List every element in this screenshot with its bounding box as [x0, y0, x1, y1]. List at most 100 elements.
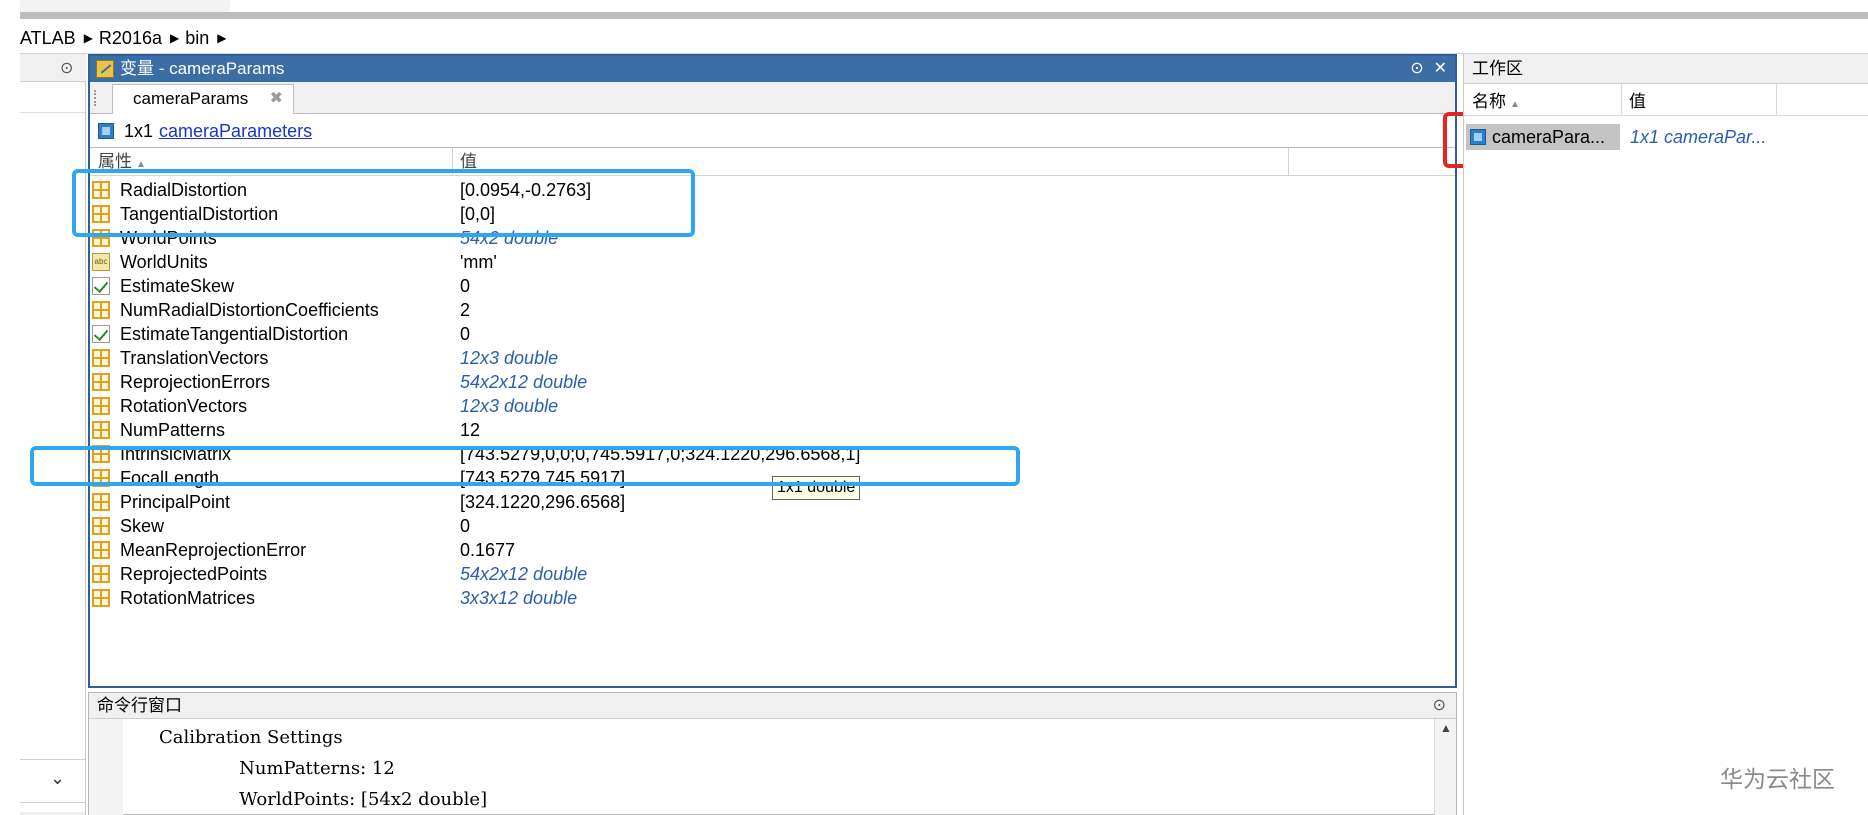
grid-icon	[92, 205, 110, 223]
command-window-scrollbar[interactable]: ▲	[1434, 719, 1456, 815]
variable-editor-titlebar[interactable]: 变量 - cameraParams ⊙ ✕	[90, 56, 1455, 82]
workspace-title: 工作区	[1464, 54, 1868, 84]
grid-icon	[92, 301, 110, 319]
grid-icon	[92, 541, 110, 559]
property-value[interactable]: 'mm'	[460, 250, 497, 274]
property-row[interactable]: RotationVectors 12x3 double	[90, 394, 1455, 418]
output-line: WorldPoints: [54x2 double]	[159, 789, 488, 810]
command-window: 命令行窗口 ⊙ Calibration Settings NumPatterns…	[88, 692, 1457, 815]
workspace-panel: 工作区 名称 ▲ 值 cameraPara... 1x1 cameraPar...	[1463, 54, 1868, 815]
panel-actions-icon[interactable]: ⊙	[1410, 60, 1423, 77]
toolbar-divider	[20, 12, 1868, 19]
tab-cameraparams[interactable]: cameraParams ✖	[112, 84, 294, 114]
command-window-header: 命令行窗口 ⊙	[89, 693, 1456, 719]
column-header-value[interactable]: 值	[460, 148, 477, 176]
output-line: Calibration Settings	[159, 727, 343, 748]
grid-icon	[92, 373, 110, 391]
command-window-title: 命令行窗口	[97, 696, 182, 715]
grid-icon	[92, 421, 110, 439]
property-value[interactable]: 0	[460, 274, 470, 298]
property-value[interactable]: 0	[460, 322, 470, 346]
property-row[interactable]: TangentialDistortion [0,0]	[90, 202, 1455, 226]
property-name: EstimateSkew	[120, 276, 235, 296]
property-row[interactable]: EstimateSkew 0	[90, 274, 1455, 298]
property-value[interactable]: [743.5279,0,0;0,745.5917,0;324.1220,296.…	[460, 442, 860, 466]
current-folder-area[interactable]	[20, 112, 85, 812]
property-value[interactable]: 54x2 double	[460, 226, 558, 250]
tab-grip-icon[interactable]	[94, 90, 96, 106]
property-row[interactable]: NumPatterns 12	[90, 418, 1455, 442]
grid-icon	[92, 229, 110, 247]
grid-icon	[92, 565, 110, 583]
property-value[interactable]: [324.1220,296.6568]	[460, 490, 625, 514]
workspace-variable-row[interactable]: cameraPara... 1x1 cameraPar...	[1466, 122, 1866, 152]
property-row[interactable]: IntrinsicMatrix [743.5279,0,0;0,745.5917,…	[90, 442, 1455, 466]
tab-close-icon[interactable]: ✖	[270, 85, 283, 113]
property-name: PrincipalPoint	[120, 492, 231, 512]
property-value[interactable]: 0	[460, 514, 470, 538]
property-row[interactable]: NumRadialDistortionCoefficients 2	[90, 298, 1455, 322]
output-line: NumPatterns: 12	[159, 758, 395, 779]
variable-path-row: 1x1 cameraParameters	[90, 114, 1455, 148]
current-folder-panel: ⊙ ⌄	[20, 54, 86, 815]
property-value[interactable]: 2	[460, 298, 470, 322]
current-folder-header: ⊙	[20, 54, 86, 82]
property-name: ReprojectionErrors	[120, 372, 271, 392]
column-header-property[interactable]: 属性 ▲	[98, 148, 146, 179]
property-row[interactable]: ReprojectedPoints 54x2x12 double	[90, 562, 1455, 586]
panel-actions-icon[interactable]: ⊙	[1433, 693, 1446, 719]
property-row[interactable]: TranslationVectors 12x3 double	[90, 346, 1455, 370]
current-folder-breadcrumb[interactable]: ATLAB ▶ R2016a ▶ bin ▶	[20, 24, 1868, 54]
property-row[interactable]: WorldPoints 54x2 double	[90, 226, 1455, 250]
property-value[interactable]: [0.0954,-0.2763]	[460, 178, 591, 202]
property-name: TangentialDistortion	[120, 204, 279, 224]
workspace-column-value[interactable]: 值	[1629, 84, 1646, 120]
abc-icon: abc	[92, 253, 110, 271]
current-folder-list[interactable]	[20, 82, 85, 112]
workspace-variable-value[interactable]: 1x1 cameraPar...	[1630, 122, 1766, 152]
command-window-output[interactable]: Calibration Settings NumPatterns: 12 Wor…	[159, 727, 487, 815]
property-value[interactable]: 3x3x12 double	[460, 586, 577, 610]
breadcrumb-item-bin[interactable]: bin	[185, 24, 209, 52]
grid-icon	[92, 349, 110, 367]
property-name: EstimateTangentialDistortion	[120, 324, 349, 344]
close-icon[interactable]: ✕	[1434, 60, 1447, 77]
property-value[interactable]: 12x3 double	[460, 346, 558, 370]
property-row[interactable]: RadialDistortion [0.0954,-0.2763]	[90, 178, 1455, 202]
property-row[interactable]: RotationMatrices 3x3x12 double	[90, 586, 1455, 610]
workspace-column-name[interactable]: 名称 ▲	[1472, 84, 1520, 123]
property-value[interactable]: 54x2x12 double	[460, 562, 587, 586]
property-value[interactable]: [743.5279,745.5917]	[460, 466, 625, 490]
breadcrumb-arrow-icon: ▶	[169, 31, 180, 45]
toolbar-tab-remnant	[20, 0, 230, 12]
property-name: ReprojectedPoints	[120, 564, 268, 584]
property-grid: RadialDistortion [0.0954,-0.2763] Tangenti…	[90, 178, 1455, 610]
property-value[interactable]: 12	[460, 418, 480, 442]
grid-icon	[92, 397, 110, 415]
class-link[interactable]: cameraParameters	[159, 121, 312, 141]
panel-actions-icon[interactable]: ⊙	[60, 58, 73, 78]
workspace-columns: 名称 ▲ 值	[1464, 84, 1868, 116]
property-row[interactable]: MeanReprojectionError 0.1677	[90, 538, 1455, 562]
property-name: RadialDistortion	[120, 180, 248, 200]
property-value[interactable]: 12x3 double	[460, 394, 558, 418]
property-row[interactable]: EstimateTangentialDistortion 0	[90, 322, 1455, 346]
property-row[interactable]: ReprojectionErrors 54x2x12 double	[90, 370, 1455, 394]
checkbox-icon	[92, 325, 110, 343]
grid-icon	[92, 445, 110, 463]
scroll-up-icon[interactable]: ▲	[1440, 721, 1452, 735]
property-name: NumPatterns	[120, 420, 226, 440]
property-value[interactable]: 0.1677	[460, 538, 515, 562]
workspace-variable-name[interactable]: cameraPara...	[1492, 122, 1605, 152]
details-dropdown[interactable]: ⌄	[20, 759, 85, 803]
chevron-down-icon[interactable]: ⌄	[50, 768, 65, 789]
breadcrumb-item-r2016a[interactable]: R2016a	[99, 24, 162, 52]
breadcrumb-arrow-icon: ▶	[83, 31, 93, 45]
value-tooltip: 1x1 double	[772, 476, 861, 500]
property-name: TranslationVectors	[120, 348, 269, 368]
property-value[interactable]: 54x2x12 double	[460, 370, 587, 394]
property-row[interactable]: abc WorldUnits 'mm'	[90, 250, 1455, 274]
property-row[interactable]: Skew 0	[90, 514, 1455, 538]
breadcrumb-item-matlab[interactable]: ATLAB	[20, 24, 76, 52]
property-value[interactable]: [0,0]	[460, 202, 495, 226]
